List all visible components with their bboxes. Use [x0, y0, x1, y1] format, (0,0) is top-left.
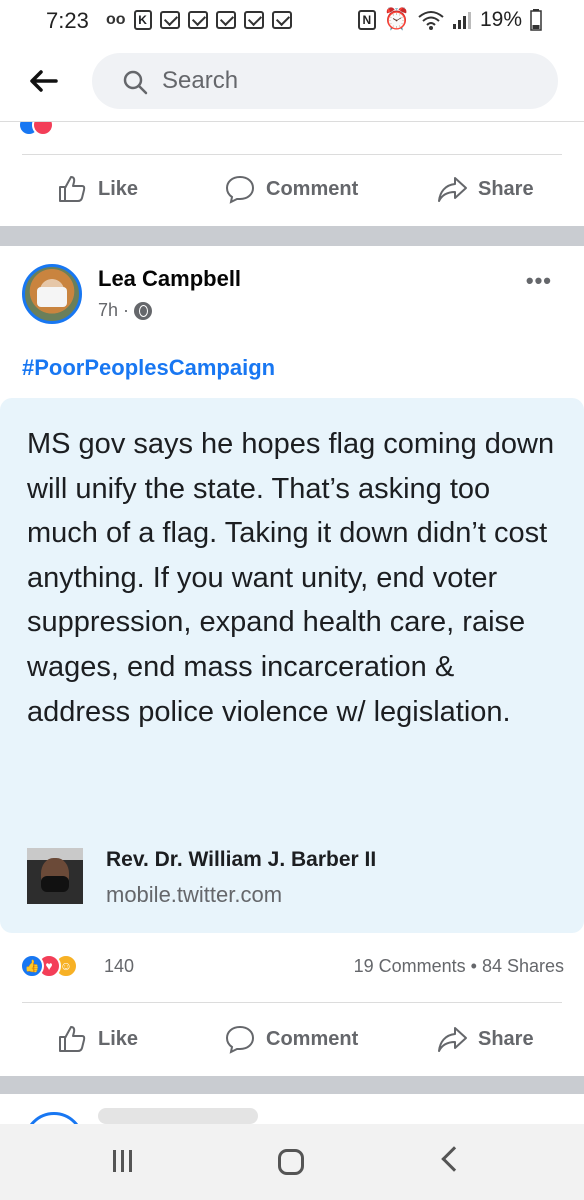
mail-icon — [271, 11, 292, 29]
search-icon — [123, 70, 148, 95]
previous-post-stats — [0, 122, 584, 154]
home-icon[interactable] — [278, 1149, 304, 1175]
alarm-icon: ⏰ — [383, 8, 410, 31]
search-input[interactable]: Search — [92, 53, 558, 109]
like-label: Like — [98, 177, 139, 200]
share-button[interactable]: Share — [436, 154, 534, 224]
back-arrow-icon[interactable] — [26, 64, 60, 98]
system-nav-bar — [0, 1124, 584, 1200]
comment-button[interactable]: Comment — [224, 154, 358, 224]
system-icons: N ⏰ 19% — [357, 8, 542, 32]
post-action-bar: Like Comment Share — [0, 1004, 584, 1074]
search-placeholder: Search — [162, 67, 239, 94]
shared-link-card[interactable]: MS gov says he hopes flag coming down wi… — [0, 398, 584, 933]
post-header: Lea Campbell 7h · ••• — [0, 246, 584, 346]
nfc-icon: N — [357, 10, 376, 30]
comment-label: Comment — [266, 177, 359, 200]
mail-icon — [187, 11, 208, 29]
next-post-preview — [0, 1094, 584, 1124]
recent-apps-icon[interactable] — [113, 1150, 132, 1172]
tweet-author: Rev. Dr. William J. Barber II — [106, 848, 377, 871]
divider — [22, 1002, 562, 1003]
reaction-count[interactable]: 140 — [104, 956, 134, 977]
back-icon[interactable] — [441, 1146, 467, 1172]
comment-button[interactable]: Comment — [224, 1004, 358, 1074]
mail-icon — [159, 11, 180, 29]
shared-tweet-text: MS gov says he hopes flag coming down wi… — [27, 428, 555, 728]
battery-icon — [530, 9, 542, 31]
voicemail-icon: oo — [106, 11, 126, 28]
comments-shares-count[interactable]: 19 Comments • 84 Shares — [354, 956, 564, 977]
search-header: Search — [0, 44, 584, 122]
wifi-icon — [418, 11, 444, 30]
status-bar: 7:23 oo K N ⏰ 19% — [0, 0, 584, 44]
more-options-icon[interactable]: ••• — [526, 268, 552, 294]
app-notification-icon: K — [133, 10, 152, 30]
battery-percent: 19% — [479, 8, 522, 31]
tweet-author-avatar — [27, 848, 83, 904]
signal-icon — [452, 12, 471, 29]
link-domain: mobile.twitter.com — [106, 882, 283, 907]
mail-icon — [243, 11, 264, 29]
comment-label: Comment — [266, 1027, 359, 1050]
post-time[interactable]: 7h — [98, 300, 118, 321]
globe-icon — [134, 301, 153, 320]
like-label: Like — [98, 1027, 139, 1050]
like-button[interactable]: Like — [56, 154, 138, 224]
feed-separator — [0, 226, 584, 246]
notification-icons: oo K — [106, 10, 292, 30]
comment-icon — [225, 175, 255, 204]
like-reaction-icon: 👍 — [20, 954, 44, 978]
share-icon — [438, 1027, 467, 1052]
like-icon — [59, 1026, 86, 1052]
hashtag-link[interactable]: #PoorPeoplesCampaign — [22, 355, 275, 381]
like-button[interactable]: Like — [56, 1004, 138, 1074]
mail-icon — [215, 11, 236, 29]
avatar[interactable] — [24, 1112, 84, 1124]
feed-separator — [0, 1076, 584, 1094]
next-post-author-placeholder — [98, 1108, 258, 1124]
reaction-icons — [18, 122, 54, 141]
like-icon — [59, 176, 86, 202]
status-time: 7:23 — [46, 8, 89, 33]
share-button[interactable]: Share — [436, 1004, 534, 1074]
reactions-summary[interactable]: 👍 ♥ ☺ — [20, 954, 78, 978]
previous-post-action-bar: Like Comment Share — [0, 154, 584, 224]
share-icon — [438, 177, 467, 202]
post-author[interactable]: Lea Campbell — [98, 266, 241, 292]
comment-icon — [225, 1025, 255, 1054]
share-label: Share — [478, 1027, 534, 1050]
avatar[interactable] — [22, 264, 82, 324]
post-meta: 7h · — [98, 300, 153, 321]
post-stats: 👍 ♥ ☺ 140 19 Comments • 84 Shares — [0, 948, 584, 988]
share-label: Share — [478, 177, 534, 200]
